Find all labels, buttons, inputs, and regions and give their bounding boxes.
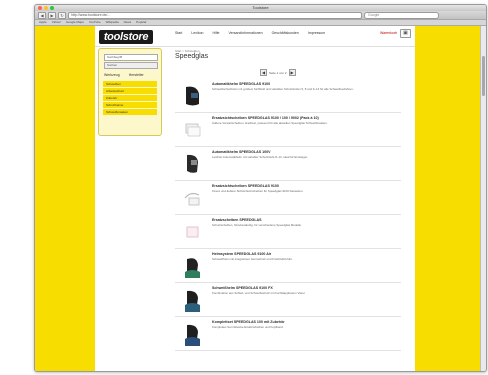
nav-item-hilfe[interactable]: Hilfe [212,31,219,35]
cart-icon[interactable]: ▣ [400,29,411,38]
forward-button[interactable]: ▶ [48,11,56,19]
product-name[interactable]: Automatikhelm SPEEDGLAS 9100 [212,82,270,86]
shop-page: toolstore Start Lexikon Hilfe Versandinf… [95,26,415,371]
category-item[interactable]: Schutzhelme [103,102,157,108]
product-item[interactable]: Ersatzscheiben SPEEDGLAS Schutzscheiben,… [175,215,401,249]
site-logo[interactable]: toolstore [99,30,153,44]
product-name[interactable]: Ersatzsichtscheiben SPEEDGLAS 9100 / 100… [212,116,319,120]
page-indicator: Seite 1 von 2 [269,70,287,75]
product-description: Leichter Automatikhelm mit variabler Sch… [212,155,308,159]
product-item[interactable]: Ersatzsichtscheiben SPEEDGLAS 9100 / 100… [175,113,401,147]
product-item[interactable]: Automatikhelm SPEEDGLAS 100V Leichter Au… [175,147,401,181]
category-item[interactable]: Schweißmasken [103,109,157,115]
product-description: Komplettes Set inklusive Ersatzscheiben … [212,325,284,329]
product-description: Schweißhelm mit integriertem Atemschutz … [212,257,293,261]
product-item[interactable]: Komplettset SPEEDGLAS 100 mit Zubehör Ko… [175,317,401,351]
vertical-scrollbar[interactable] [480,26,486,371]
category-list: Schweißen Arbeitsschutz Zubehör Schutzhe… [103,81,157,116]
product-item[interactable]: Schweißhelm SPEEDGLAS 9100 FX Kombinatio… [175,283,401,317]
product-description: Schweißschutzhelm mit großem Sichtfeld u… [212,87,354,91]
bookmark-item[interactable]: YouTube [89,20,101,25]
bookmark-item[interactable]: Wikipedia [106,20,119,25]
title-bar: Toolstore [35,5,486,11]
product-item[interactable]: Helmsystem SPEEDGLAS 9100 Air Schweißhel… [175,249,401,283]
product-description: Äußere Vorsatzscheiben, kratzfest, passe… [212,121,328,125]
category-item[interactable]: Arbeitsschutz [103,88,157,94]
lens-pack-icon[interactable] [181,186,203,210]
browser-window: Toolstore ◀ ▶ ↻ http://www.toolstore.de/… [34,4,487,372]
nav-item-lexikon[interactable]: Lexikon [191,31,203,35]
tab-hersteller[interactable]: Hersteller [129,73,144,77]
product-item[interactable]: Ersatzsichtscheiben SPEEDGLAS 9100 Inner… [175,181,401,215]
product-description: Innere und äußere Sichtschutzscheiben fü… [212,189,304,193]
bookmark-item[interactable]: Yahoo! [52,20,61,25]
category-item[interactable]: Zubehör [103,95,157,101]
welding-helmet-icon[interactable] [181,152,203,176]
sidebar-search-input[interactable]: Suchbegriff [104,54,158,61]
pagination: ◀ Seite 1 von 2 ▶ [260,69,296,76]
nav-item-impressum[interactable]: Impressum [308,31,325,35]
product-name[interactable]: Helmsystem SPEEDGLAS 9100 Air [212,252,271,256]
cart-link[interactable]: Warenkorb [380,31,397,35]
top-navigation: Start Lexikon Hilfe Versandinformationen… [175,31,325,35]
product-description: Schutzscheiben, hitzebeständig, für vers… [212,223,302,227]
product-name[interactable]: Schweißhelm SPEEDGLAS 9100 FX [212,286,273,290]
bookmark-item[interactable]: Apple [39,20,47,25]
back-button[interactable]: ◀ [38,11,46,19]
sidebar: Suchbegriff Suchen Werkzeug Hersteller S… [98,48,162,136]
page-viewport: toolstore Start Lexikon Hilfe Versandinf… [35,26,486,371]
product-name[interactable]: Automatikhelm SPEEDGLAS 100V [212,150,271,154]
header-divider [95,46,415,47]
lens-pack-icon[interactable] [181,118,203,142]
browser-search-field[interactable]: Google [364,11,439,19]
bookmark-item[interactable]: Popular [136,20,146,25]
welding-helmet-icon[interactable] [181,322,203,346]
address-bar[interactable]: http://www.toolstore.de/... [68,11,362,19]
next-page-button[interactable]: ▶ [288,69,296,76]
reload-button[interactable]: ↻ [58,11,66,19]
product-item[interactable]: Automatikhelm SPEEDGLAS 9100 Schweißschu… [175,79,401,113]
welding-helmet-icon[interactable] [181,288,203,312]
sidebar-search-button[interactable]: Suchen [104,62,158,69]
bookmark-item[interactable]: Google Maps [66,20,84,25]
tab-werkzeug[interactable]: Werkzeug [104,73,120,77]
bookmark-item[interactable]: News [124,20,132,25]
sidebar-tabs: Werkzeug Hersteller [104,73,144,77]
browser-toolbar: ◀ ▶ ↻ http://www.toolstore.de/... Google [35,11,486,20]
page-title: Speedglas [175,53,209,60]
product-name[interactable]: Komplettset SPEEDGLAS 100 mit Zubehör [212,320,285,324]
welding-helmet-icon[interactable] [181,84,203,108]
category-item[interactable]: Schweißen [103,81,157,87]
nav-item-geschaeftskunden[interactable]: Geschäftskunden [272,31,299,35]
nav-item-versand[interactable]: Versandinformationen [229,31,263,35]
nav-item-start[interactable]: Start [175,31,182,35]
respirator-helmet-icon[interactable] [181,254,203,278]
lens-pack-icon[interactable] [181,220,203,244]
window-title: Toolstore [252,5,269,10]
scrollbar-thumb[interactable] [482,56,485,96]
product-name[interactable]: Ersatzsichtscheiben SPEEDGLAS 9100 [212,184,279,188]
product-description: Kombination aus Schleif- und Schweißschu… [212,291,306,295]
prev-page-button[interactable]: ◀ [260,69,267,76]
product-name[interactable]: Ersatzscheiben SPEEDGLAS [212,218,262,222]
